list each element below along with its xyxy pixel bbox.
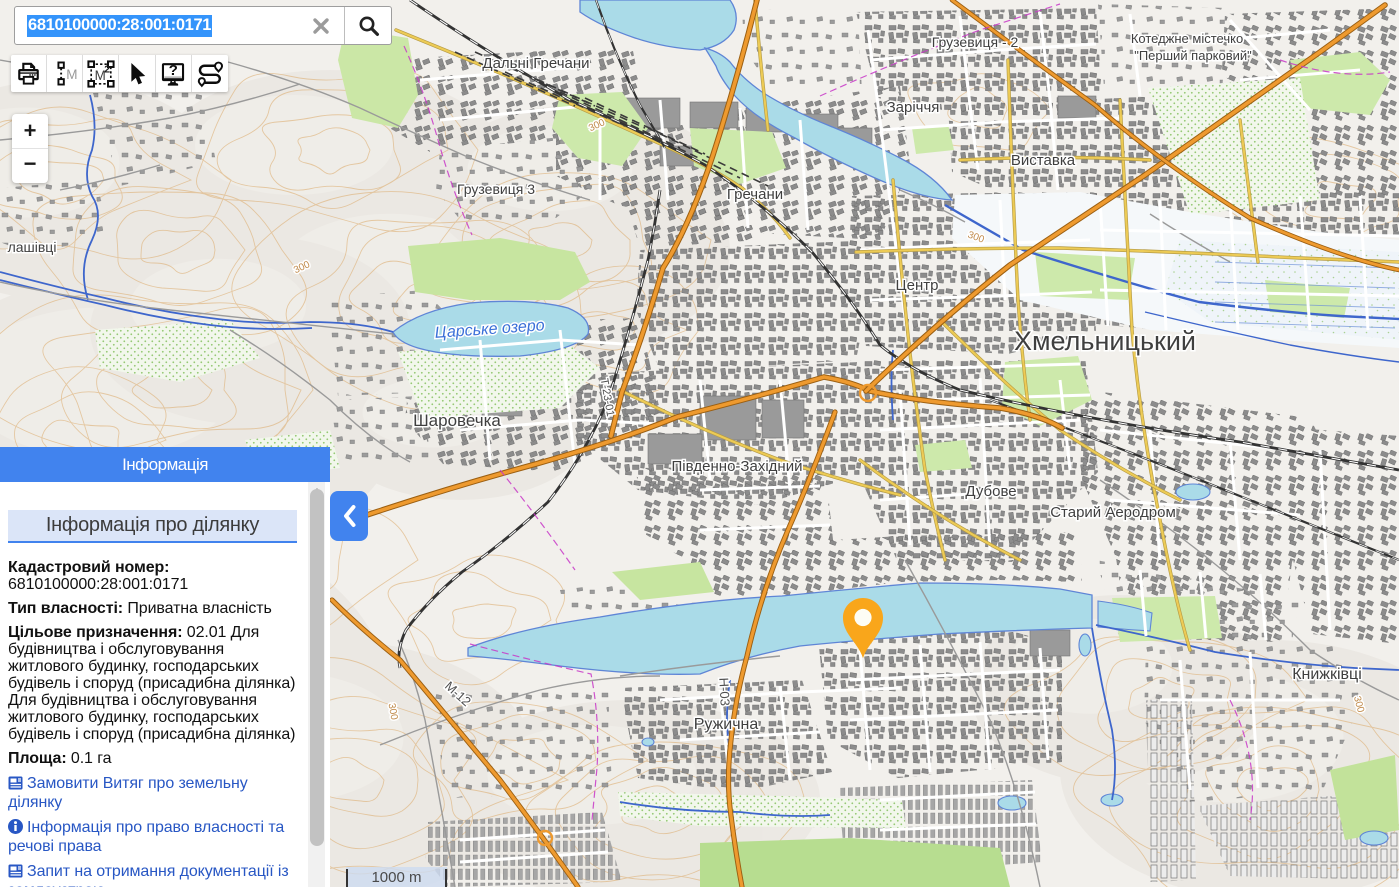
svg-text:Хмельницький: Хмельницький: [1014, 326, 1196, 356]
svg-text:Центр: Центр: [896, 277, 939, 294]
svg-text:Котеджне містечко: Котеджне містечко: [1131, 31, 1243, 46]
svg-text:Виставка: Виставка: [1011, 152, 1076, 169]
svg-text:Грузевиця - 2: Грузевиця - 2: [932, 34, 1019, 50]
svg-text:Гречани: Гречани: [727, 186, 783, 203]
svg-text:Н-03: Н-03: [716, 677, 732, 706]
svg-text:M: M: [67, 67, 78, 82]
svg-text:2: 2: [104, 63, 110, 75]
svg-text:Дальні Гречани: Дальні Гречани: [482, 55, 589, 72]
svg-text:Шаровечка: Шаровечка: [413, 411, 501, 430]
svg-text:лашівці: лашівці: [8, 239, 57, 255]
svg-text:Дубове: Дубове: [965, 483, 1016, 500]
svg-text:Старий Аеродром: Старий Аеродром: [1050, 504, 1176, 521]
svg-text:"Перший парковий": "Перший парковий": [1134, 48, 1252, 63]
svg-text:Книжківці: Книжківці: [1292, 666, 1362, 683]
svg-text:Південно-Західний: Південно-Західний: [672, 458, 803, 475]
svg-text:Заріччя: Заріччя: [887, 99, 940, 116]
svg-text:?: ?: [169, 62, 178, 79]
svg-text:Ружична: Ружична: [694, 716, 759, 733]
svg-text:Грузевиця 3: Грузевиця 3: [457, 181, 535, 197]
